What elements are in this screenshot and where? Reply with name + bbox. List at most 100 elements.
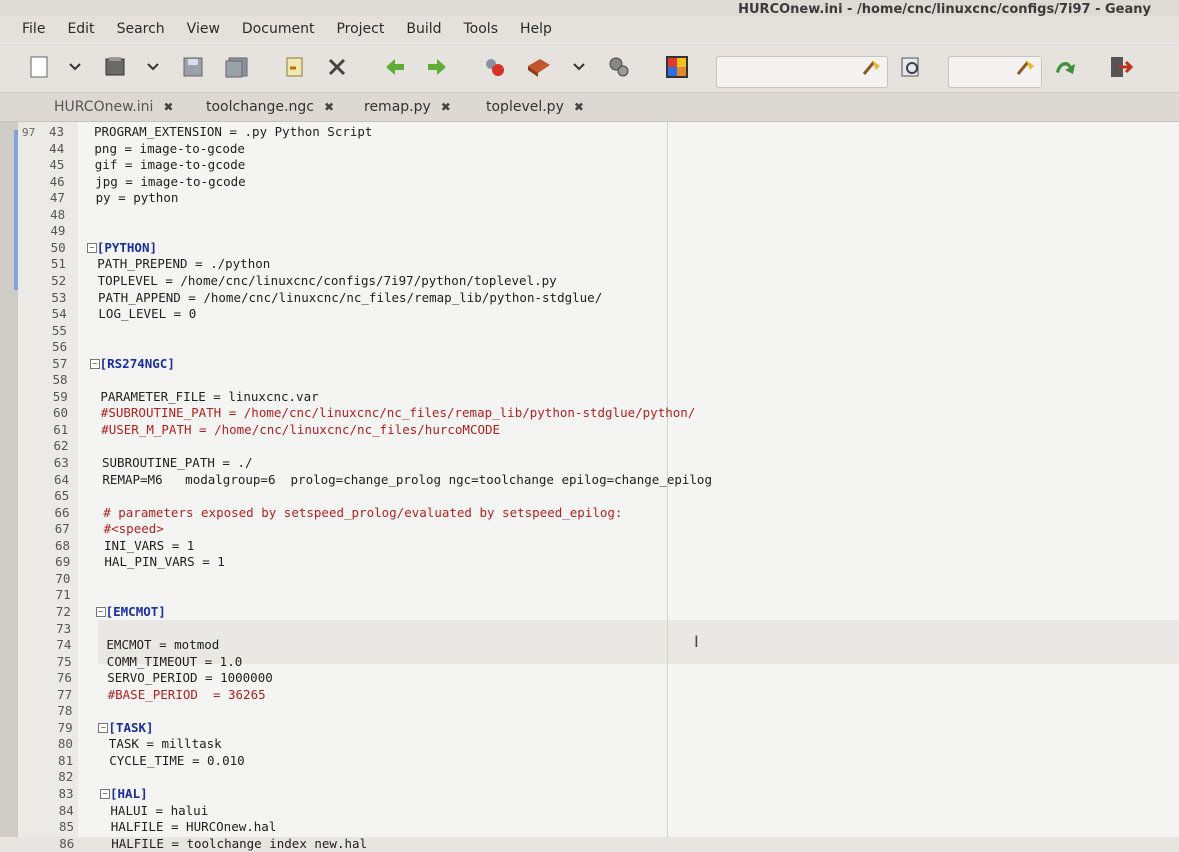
tab-remap-py[interactable]: remap.py ✖ xyxy=(364,93,451,121)
code-line[interactable]: 49 xyxy=(0,223,1179,239)
tab-toplevel-py[interactable]: toplevel.py ✖ xyxy=(486,93,584,121)
code-text: gif = image-to-gcode xyxy=(94,157,246,173)
menu-search[interactable]: Search xyxy=(117,19,165,39)
code-line[interactable]: 55 xyxy=(0,323,1179,339)
menu-project[interactable]: Project xyxy=(336,19,384,39)
fold-toggle-icon[interactable]: − xyxy=(89,358,100,369)
code-line[interactable]: 58 xyxy=(0,372,1179,388)
code-line[interactable]: 74 EMCMOT = motmod xyxy=(0,637,1179,653)
execute-icon[interactable] xyxy=(606,54,632,80)
fold-toggle-icon[interactable]: − xyxy=(95,606,106,617)
line-number: 59 xyxy=(52,388,68,404)
forward-arrow-icon[interactable] xyxy=(424,54,450,80)
code-line[interactable]: 71 xyxy=(0,587,1179,603)
tab-toolchange-ngc[interactable]: toolchange.ngc ✖ xyxy=(206,93,334,121)
close-icon[interactable] xyxy=(324,54,350,80)
save-icon[interactable] xyxy=(180,54,206,80)
save-all-icon[interactable] xyxy=(224,54,250,80)
code-line[interactable]: 47 py = python xyxy=(0,190,1179,206)
code-line[interactable]: 69 HAL_PIN_VARS = 1 xyxy=(0,554,1179,570)
fold-toggle-icon[interactable]: − xyxy=(98,722,109,733)
dropdown-arrow-icon[interactable] xyxy=(140,54,166,80)
menu-bar: File Edit Search View Document Project B… xyxy=(0,16,1179,42)
code-line[interactable]: 77 #BASE_PERIOD = 36265 xyxy=(0,687,1179,703)
code-line[interactable]: 66 # parameters exposed by setspeed_prolo… xyxy=(0,505,1179,521)
code-line[interactable]: 67 #<speed> xyxy=(0,521,1179,537)
code-line[interactable]: 73 xyxy=(0,621,1179,637)
code-line[interactable]: 59 PARAMETER_FILE = linuxcnc.var xyxy=(0,389,1179,405)
fold-toggle-icon[interactable]: − xyxy=(100,789,110,799)
menu-document[interactable]: Document xyxy=(242,19,315,39)
menu-edit[interactable]: Edit xyxy=(67,19,94,39)
menu-file[interactable]: File xyxy=(22,19,45,39)
code-line[interactable]: 54 LOG_LEVEL = 0 xyxy=(0,306,1179,322)
tab-close-icon[interactable]: ✖ xyxy=(163,100,173,114)
tab-hurconew-ini[interactable]: HURCOnew.ini ✖ xyxy=(54,93,173,121)
fold-toggle-icon[interactable]: − xyxy=(86,242,97,253)
build-icon[interactable] xyxy=(526,54,552,80)
line-number: 80 xyxy=(57,736,73,752)
code-line[interactable]: 56 xyxy=(0,339,1179,355)
color-chooser-icon[interactable] xyxy=(664,54,690,80)
line-number: 65 xyxy=(54,488,70,504)
compile-icon[interactable] xyxy=(482,54,508,80)
window-title: HURCOnew.ini - /home/cnc/linuxcnc/config… xyxy=(738,2,1151,17)
code-line[interactable]: 76 SERVO_PERIOD = 1000000 xyxy=(0,670,1179,686)
code-line[interactable]: 50 [PYTHON] − xyxy=(0,240,1179,256)
code-line[interactable]: 52 TOPLEVEL = /home/cnc/linuxcnc/configs/… xyxy=(0,273,1179,289)
code-line[interactable]: 86 HALFILE = toolchange index new.hal xyxy=(0,836,1179,852)
code-line[interactable]: 61 #USER_M_PATH = /home/cnc/linuxcnc/nc_f… xyxy=(0,422,1179,438)
code-line[interactable]: 79 [TASK] − xyxy=(0,720,1179,736)
code-line[interactable]: 53 PATH_APPEND = /home/cnc/linuxcnc/nc_fi… xyxy=(0,290,1179,306)
line-number: 62 xyxy=(53,438,69,454)
code-line[interactable]: 80 TASK = milltask xyxy=(0,736,1179,752)
code-line[interactable]: 57 [RS274NGC] − xyxy=(0,356,1179,372)
menu-build[interactable]: Build xyxy=(406,19,441,39)
code-line[interactable]: 43 PROGRAM_EXTENSION = .py Python Script xyxy=(0,124,1179,140)
clear-search-icon[interactable] xyxy=(858,54,884,80)
clear-goto-icon[interactable] xyxy=(1012,54,1038,80)
menu-view[interactable]: View xyxy=(187,19,220,39)
code-line[interactable]: 65 xyxy=(0,488,1179,504)
line-number: 58 xyxy=(52,372,68,388)
revert-icon[interactable] xyxy=(282,54,308,80)
code-line[interactable]: 62 xyxy=(0,438,1179,454)
code-line[interactable]: 68 INI_VARS = 1 xyxy=(0,538,1179,554)
back-arrow-icon[interactable] xyxy=(382,54,408,80)
tab-close-icon[interactable]: ✖ xyxy=(441,100,451,114)
code-line[interactable]: 64 REMAP=M6 modalgroup=6 prolog=change_pr… xyxy=(0,472,1179,488)
code-line[interactable]: 81 CYCLE_TIME = 0.010 xyxy=(0,753,1179,769)
goto-line-icon[interactable] xyxy=(1052,54,1078,80)
code-line[interactable]: 48 xyxy=(0,207,1179,223)
code-line[interactable]: 51 PATH_PREPEND = ./python xyxy=(0,256,1179,272)
code-line[interactable]: 44 png = image-to-gcode xyxy=(0,141,1179,157)
new-file-icon[interactable] xyxy=(26,54,52,80)
line-number: 63 xyxy=(53,455,69,470)
comment-text: # parameters exposed by setspeed_prolog/… xyxy=(103,504,623,520)
tab-close-icon[interactable]: ✖ xyxy=(324,100,334,114)
code-line[interactable]: 78 xyxy=(0,703,1179,719)
code-line[interactable]: 84 HALUI = halui xyxy=(0,803,1179,819)
code-line[interactable]: 75 COMM_TIMEOUT = 1.0 xyxy=(0,654,1179,670)
line-number: 52 xyxy=(51,272,67,288)
code-line[interactable]: 45 gif = image-to-gcode xyxy=(0,157,1179,173)
code-line[interactable]: 83 [HAL] − xyxy=(0,786,1179,802)
code-line[interactable]: 46 jpg = image-to-gcode xyxy=(0,174,1179,190)
code-line[interactable]: 63 SUBROUTINE_PATH = ./ xyxy=(0,455,1179,471)
menu-tools[interactable]: Tools xyxy=(464,19,499,39)
tab-close-icon[interactable]: ✖ xyxy=(574,100,584,114)
dropdown-arrow-icon[interactable] xyxy=(566,54,592,80)
dropdown-arrow-icon[interactable] xyxy=(62,54,88,80)
open-file-icon[interactable] xyxy=(102,54,128,80)
code-line[interactable]: 82 xyxy=(0,769,1179,785)
code-line[interactable]: 85 HALFILE = HURCOnew.hal xyxy=(0,819,1179,835)
code-line[interactable]: 70 xyxy=(0,571,1179,587)
quit-icon[interactable] xyxy=(1108,54,1134,80)
code-line[interactable]: 72 [EMCMOT] − xyxy=(0,604,1179,620)
menu-help[interactable]: Help xyxy=(520,19,552,39)
code-text: EMCMOT = motmod xyxy=(106,637,220,653)
line-number: 82 xyxy=(58,769,74,785)
find-icon[interactable] xyxy=(898,54,924,80)
code-line[interactable]: 60 #SUBROUTINE_PATH = /home/cnc/linuxcnc/… xyxy=(0,405,1179,421)
code-text: CYCLE_TIME = 0.010 xyxy=(109,752,245,768)
